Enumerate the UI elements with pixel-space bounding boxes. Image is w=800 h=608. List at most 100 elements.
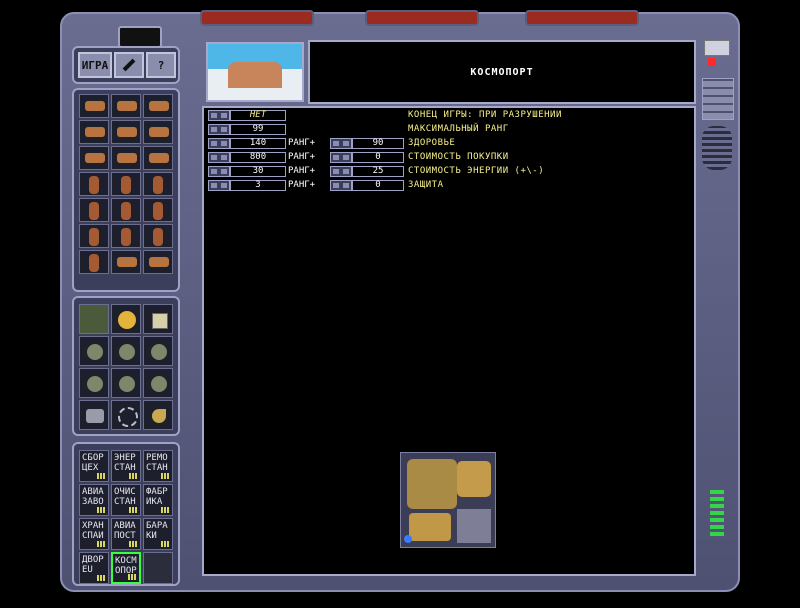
stat-value: 30 [230, 166, 286, 177]
rank-label: РАНГ+ [288, 180, 316, 190]
unit-slot[interactable] [79, 94, 109, 118]
defense-slot[interactable] [79, 336, 109, 366]
stat-label: ЗАЩИТА [408, 180, 444, 190]
stat-label: КОНЕЦ ИГРЫ: ПРИ РАЗРУШЕНИИ [408, 110, 562, 120]
rank-value: 0 [352, 152, 404, 163]
stat-row: 800 РАНГ+ 0 СТОИМОСТЬ ПОКУПКИ [208, 152, 618, 164]
stat-row: 3 РАНГ+ 0 ЗАЩИТА [208, 180, 618, 192]
unit-slot[interactable] [111, 224, 141, 248]
building-slot-selected[interactable]: КОСМ ОПОР [111, 552, 141, 584]
unit-slot[interactable] [79, 172, 109, 196]
defense-slot[interactable] [111, 368, 141, 398]
unit-slot[interactable] [79, 198, 109, 222]
led-icon [710, 504, 724, 508]
page-title: КОСМОПОРТ [470, 66, 534, 78]
unit-slot[interactable] [143, 172, 173, 196]
building-slot[interactable]: АВИА ЗАВО [79, 484, 109, 516]
units-panel [72, 88, 180, 292]
value-adjust-arrows[interactable] [208, 166, 230, 177]
unit-slot[interactable] [79, 120, 109, 144]
rank-value: 25 [352, 166, 404, 177]
stat-value: 800 [230, 152, 286, 163]
led-icon [710, 497, 724, 501]
help-button[interactable]: ? [146, 52, 176, 78]
rank-value: 90 [352, 138, 404, 149]
led-icon [710, 525, 724, 529]
unit-slot[interactable] [143, 146, 173, 170]
building-slot[interactable]: БАРА КИ [143, 518, 173, 550]
unit-slot[interactable] [79, 146, 109, 170]
turret-icon [151, 344, 167, 360]
value-adjust-arrows[interactable] [208, 110, 230, 121]
wall-icon [152, 313, 168, 329]
unit-grid [79, 94, 173, 274]
unit-slot[interactable] [79, 224, 109, 248]
defense-slot[interactable] [143, 336, 173, 366]
defense-slot[interactable] [143, 400, 173, 430]
gem-icon [404, 535, 412, 543]
turret-icon [119, 344, 135, 360]
turret-icon [151, 376, 167, 392]
building-slot[interactable]: ОЧИС СТАН [111, 484, 141, 516]
unit-slot[interactable] [111, 172, 141, 196]
rank-value: 0 [352, 180, 404, 191]
building-slot[interactable]: ФАБР ИКА [143, 484, 173, 516]
unit-slot[interactable] [111, 146, 141, 170]
empty-slot [143, 552, 173, 584]
building-thumbnail [206, 42, 304, 102]
value-adjust-arrows[interactable] [208, 152, 230, 163]
building-footprint-preview [400, 452, 496, 548]
dome-icon [118, 311, 136, 329]
keypad[interactable] [702, 78, 734, 120]
rank-label: РАНГ+ [288, 166, 316, 176]
stat-value: 3 [230, 180, 286, 191]
unit-slot[interactable] [143, 198, 173, 222]
rank-adjust-arrows[interactable] [330, 180, 352, 191]
building-slot[interactable]: РЕМО СТАН [143, 450, 173, 482]
defense-slot[interactable] [79, 368, 109, 398]
unit-slot[interactable] [111, 94, 141, 118]
rank-label: РАНГ+ [288, 152, 316, 162]
frame-tab [200, 10, 314, 26]
game-menu-button[interactable]: ИГРА [78, 52, 112, 78]
defense-slot[interactable] [111, 400, 141, 430]
wrench-icon [122, 58, 136, 72]
rank-adjust-arrows[interactable] [330, 138, 352, 149]
turret-icon [119, 376, 135, 392]
defense-slot[interactable] [143, 304, 173, 334]
logo-badge [118, 26, 162, 48]
building-slot[interactable]: АВИА ПОСТ [111, 518, 141, 550]
buildings-panel: СБОР ЦЕХ ЭНЕР СТАН РЕМО СТАН АВИА ЗАВО ОЧИС С… [72, 442, 180, 586]
turret-icon [87, 344, 103, 360]
unit-slot[interactable] [79, 250, 109, 274]
rank-adjust-arrows[interactable] [330, 152, 352, 163]
footprint-tile [407, 459, 457, 509]
spaceport-icon [228, 62, 282, 88]
tools-button[interactable] [114, 52, 144, 78]
defense-slot[interactable] [143, 368, 173, 398]
value-adjust-arrows[interactable] [208, 138, 230, 149]
window-controls[interactable] [704, 40, 730, 56]
unit-slot[interactable] [143, 120, 173, 144]
rank-label: РАНГ+ [288, 138, 316, 148]
stat-row: НЕТ КОНЕЦ ИГРЫ: ПРИ РАЗРУШЕНИИ [208, 110, 618, 122]
defense-slot[interactable] [79, 304, 109, 334]
building-slot[interactable]: ДВОР EU [79, 552, 109, 584]
defense-slot[interactable] [111, 336, 141, 366]
unit-slot[interactable] [143, 224, 173, 248]
unit-slot[interactable] [143, 94, 173, 118]
radar-icon [152, 409, 166, 423]
unit-slot[interactable] [111, 198, 141, 222]
defense-slot[interactable] [111, 304, 141, 334]
building-slot[interactable]: ЭНЕР СТАН [111, 450, 141, 482]
rank-adjust-arrows[interactable] [330, 166, 352, 177]
stat-label: МАКСИМАЛЬНЫЙ РАНГ [408, 124, 509, 134]
value-adjust-arrows[interactable] [208, 180, 230, 191]
unit-slot[interactable] [111, 250, 141, 274]
building-slot[interactable]: ХРАН СПАИ [79, 518, 109, 550]
unit-slot[interactable] [111, 120, 141, 144]
value-adjust-arrows[interactable] [208, 124, 230, 135]
building-slot[interactable]: СБОР ЦЕХ [79, 450, 109, 482]
unit-slot[interactable] [143, 250, 173, 274]
defense-slot[interactable] [79, 400, 109, 430]
